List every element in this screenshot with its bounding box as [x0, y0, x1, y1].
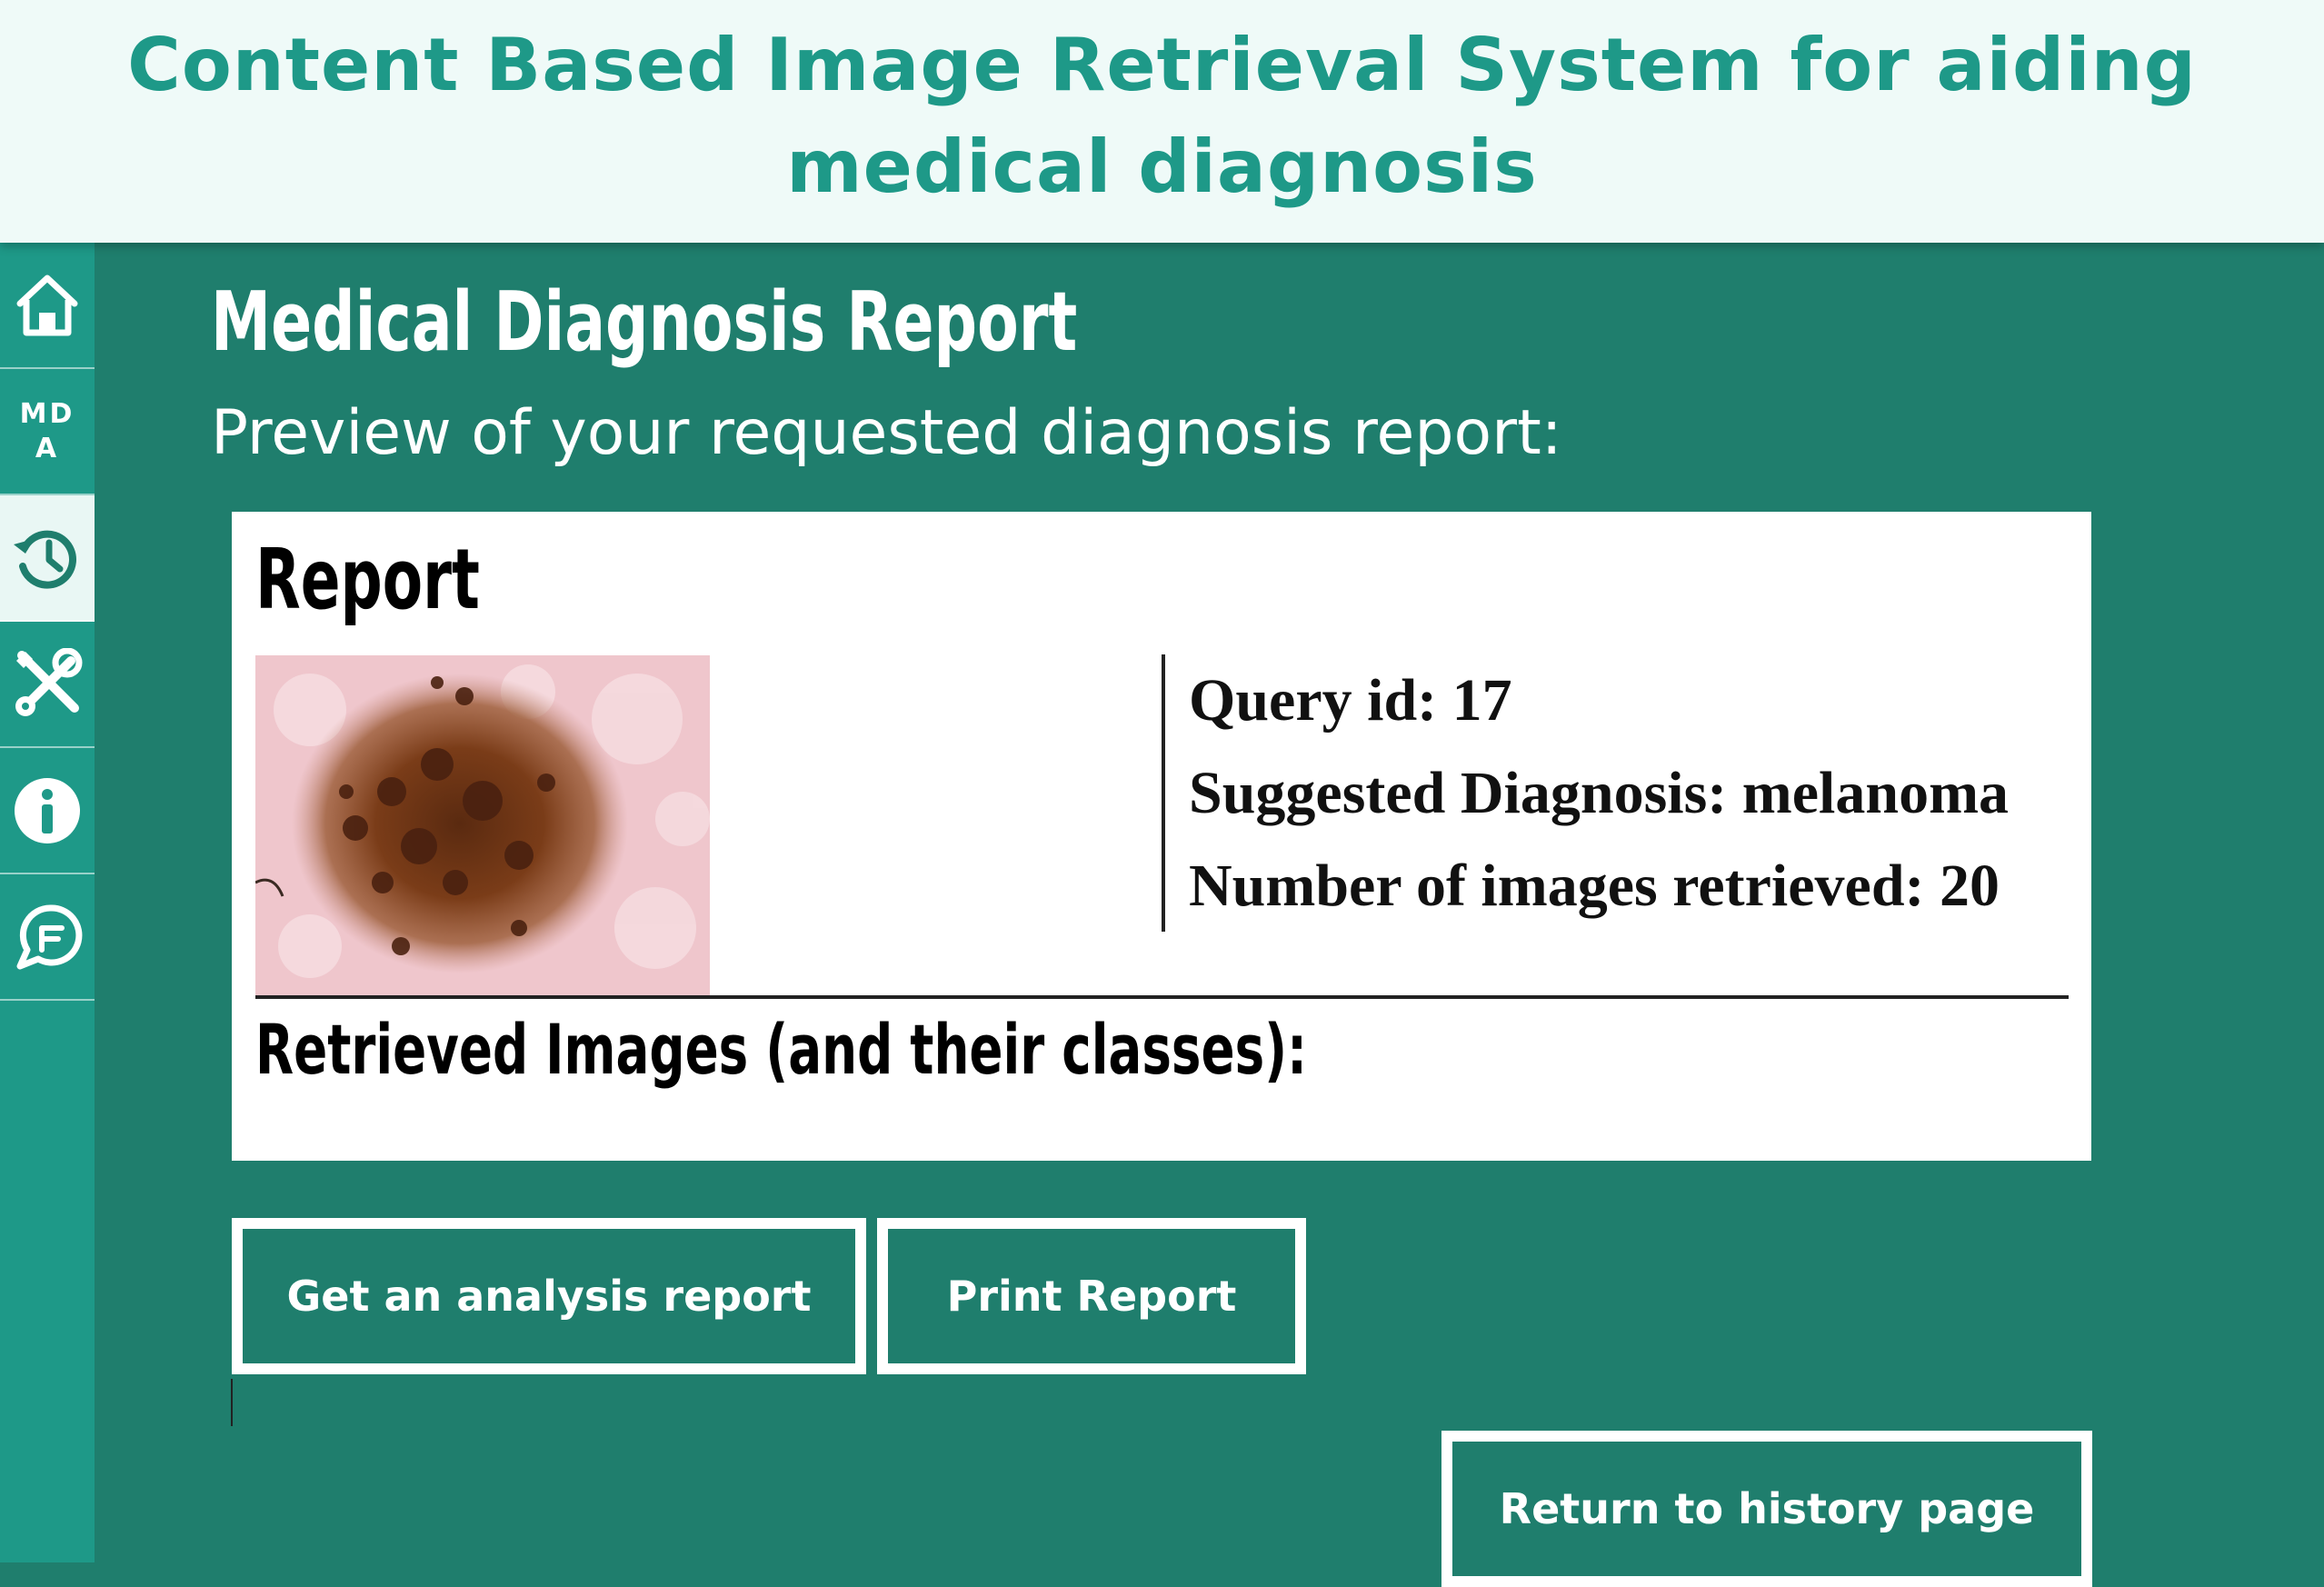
report-details: Query id: 17 Suggested Diagnosis: melano…: [1189, 654, 2009, 933]
page-header: Content Based Image Retrieval System for…: [0, 0, 2324, 243]
page-subtitle: Preview of your requested diagnosis repo…: [211, 397, 1562, 469]
sidebar-item-mda[interactable]: MD A: [0, 369, 95, 495]
suggested-diagnosis: Suggested Diagnosis: melanoma: [1189, 760, 2010, 826]
query-image: [255, 655, 710, 996]
feedback-icon: [16, 903, 83, 969]
report-divider-vertical: [1162, 654, 1165, 932]
sidebar-item-history[interactable]: [0, 495, 95, 622]
text-caret: [231, 1379, 233, 1426]
report-divider-horizontal: [255, 995, 2069, 999]
analysis-report-button[interactable]: Get an analysis report: [232, 1218, 866, 1374]
report-preview: Report Query id: 17 Suggested Diagnosis:…: [232, 512, 2091, 1161]
mda-logo-icon: MD A: [19, 397, 75, 464]
home-icon: [16, 274, 78, 335]
query-id: Query id: 17: [1189, 667, 1512, 734]
images-retrieved-count: Number of images retrieved: 20: [1189, 853, 2000, 919]
print-report-button[interactable]: Print Report: [877, 1218, 1306, 1374]
info-icon: [15, 777, 80, 843]
report-heading: Report: [255, 531, 480, 628]
sidebar-item-feedback[interactable]: [0, 874, 95, 1001]
tools-icon: [15, 647, 83, 716]
retrieved-images-heading: Retrieved Images (and their classes):: [255, 1009, 1308, 1090]
history-icon: [14, 530, 76, 589]
sidebar-item-tools[interactable]: [0, 622, 95, 748]
page-title: Medical Diagnosis Report: [211, 274, 1078, 370]
sidebar: MD A: [0, 243, 95, 1562]
sidebar-item-info[interactable]: [0, 748, 95, 874]
return-history-button[interactable]: Return to history page: [1441, 1431, 2092, 1587]
app-title: Content Based Image Retrieval System for…: [127, 23, 2197, 209]
sidebar-item-home[interactable]: [0, 243, 95, 369]
